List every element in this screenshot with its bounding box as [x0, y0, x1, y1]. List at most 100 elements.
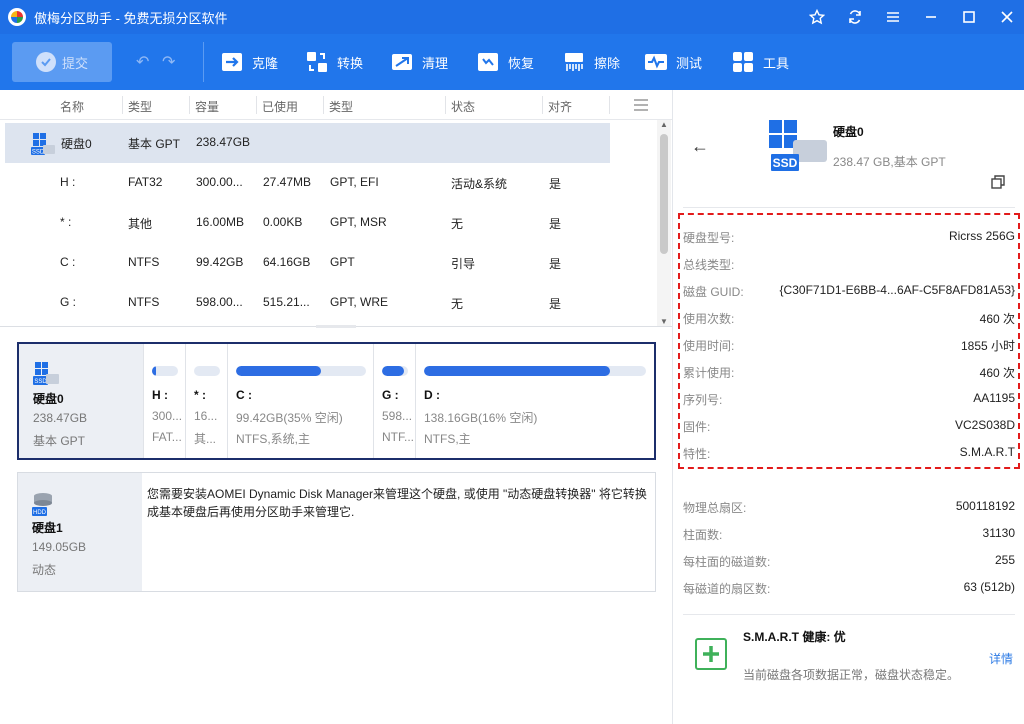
table-header: 名称 类型 容量 已使用 类型 状态 对齐: [0, 90, 672, 120]
detail-firmware: 固件: VC2S038D: [683, 418, 1015, 434]
svg-text:HDD: HDD: [33, 510, 47, 516]
clone-button[interactable]: 克隆: [220, 46, 278, 78]
cleanup-icon: [392, 54, 412, 70]
submit-button[interactable]: 提交: [12, 42, 112, 82]
scroll-down-icon[interactable]: ▼: [660, 317, 668, 326]
col-type[interactable]: 类型: [128, 98, 152, 115]
splitter-grip[interactable]: [316, 325, 356, 328]
wipe-label: 擦除: [594, 55, 621, 71]
copy-icon[interactable]: [991, 175, 1005, 189]
partition-type: GPT, EFI: [330, 175, 379, 189]
disk-summary[interactable]: SSD 硬盘0 238.47GB 基本 GPT: [19, 344, 143, 458]
toolbar-divider: [203, 42, 204, 82]
partition-name: H :: [60, 175, 76, 189]
partition-list-pane: 名称 类型 容量 已使用 类型 状态 对齐 SSD 硬盘0 基本 GPT 238…: [0, 90, 672, 724]
disk-size: 149.05GB: [32, 540, 87, 554]
partition-block-d[interactable]: D : 138.16GB(16% 空闲) NTFS,主: [415, 344, 654, 458]
disk-card-disk1[interactable]: HDD 硬盘1 149.05GB 动态 您需要安装AOMEI Dynamic D…: [17, 472, 656, 592]
close-icon[interactable]: [990, 0, 1024, 34]
table-row[interactable]: H : FAT32 300.00... 27.47MB GPT, EFI 活动&…: [0, 163, 656, 203]
table-scrollbar[interactable]: ▲ ▼: [657, 120, 671, 326]
partition-status: 引导: [451, 257, 476, 271]
partition-used: 515.21...: [263, 295, 310, 309]
minimize-icon[interactable]: [914, 0, 948, 34]
convert-button[interactable]: 转换: [305, 46, 363, 78]
undo-icon[interactable]: ↶: [136, 52, 149, 72]
wipe-button[interactable]: 擦除: [562, 46, 620, 78]
convert-label: 转换: [337, 55, 364, 71]
smart-health-desc: 当前磁盘各项数据正常，磁盘状态稳定。: [743, 668, 960, 682]
scroll-up-icon[interactable]: ▲: [660, 120, 668, 129]
smart-health-title: S.M.A.R.T 健康: 优: [743, 630, 846, 644]
ssd-disk-icon: SSD: [33, 360, 59, 389]
column-settings-icon[interactable]: [633, 98, 649, 115]
partition-label: * :: [194, 388, 206, 402]
detail-model: 硬盘型号: Ricrss 256G: [683, 229, 1015, 245]
refresh-icon[interactable]: [838, 0, 872, 34]
partition-capacity: 16.00MB: [196, 215, 245, 229]
redo-icon[interactable]: ↷: [162, 52, 175, 72]
recover-button[interactable]: 恢复: [476, 46, 534, 78]
maximize-icon[interactable]: [952, 0, 986, 34]
col-partition-type[interactable]: 类型: [329, 98, 353, 115]
menu-icon[interactable]: [876, 0, 910, 34]
partition-block-c[interactable]: C : 99.42GB(35% 空闲) NTFS,系统,主: [227, 344, 373, 458]
test-button[interactable]: 测试: [644, 46, 702, 78]
col-capacity[interactable]: 容量: [195, 98, 219, 115]
convert-icon: [307, 52, 327, 72]
test-label: 测试: [676, 55, 703, 71]
disk-name: 硬盘0: [61, 137, 92, 151]
smart-details-link[interactable]: 详情: [989, 650, 1013, 667]
partition-label: G :: [382, 388, 399, 402]
toolbar: 提交 ↶ ↷ 克隆 转换 清理 恢复 擦除 测试 工具: [0, 34, 1024, 90]
table-row[interactable]: G : NTFS 598.00... 515.21... GPT, WRE 无 …: [0, 283, 656, 323]
col-align[interactable]: 对齐: [548, 98, 572, 115]
svg-text:SSD: SSD: [34, 379, 47, 385]
partition-block-h[interactable]: H : 300... FAT...: [143, 344, 185, 458]
disk-capacity: 238.47GB: [196, 135, 251, 149]
dynamic-disk-message: 您需要安装AOMEI Dynamic Disk Manager来管理这个硬盘, …: [147, 487, 647, 519]
table-row[interactable]: C : NTFS 99.42GB 64.16GB GPT 引导 是: [0, 243, 656, 283]
scrollbar-thumb[interactable]: [660, 134, 668, 254]
partition-block-g[interactable]: G : 598... NTF...: [373, 344, 415, 458]
col-divider: [542, 96, 543, 114]
col-divider: [445, 96, 446, 114]
table-row[interactable]: * : 其他 16.00MB 0.00KB GPT, MSR 无 是: [0, 203, 656, 243]
partition-size: 138.16GB(16% 空闲): [424, 411, 538, 425]
tools-button[interactable]: 工具: [731, 46, 789, 78]
col-name[interactable]: 名称: [60, 98, 84, 115]
detail-serial: 序列号: AA1195: [683, 391, 1015, 407]
partition-used: 27.47MB: [263, 175, 312, 189]
disk-row-disk0[interactable]: SSD 硬盘0 基本 GPT 238.47GB: [5, 123, 610, 163]
clone-icon: [222, 53, 242, 71]
detail-features: 特性: S.M.A.R.T: [683, 445, 1015, 461]
detail-total-uses: 累计使用: 460 次: [683, 366, 1015, 380]
svg-text:SSD: SSD: [773, 156, 798, 170]
col-used[interactable]: 已使用: [262, 98, 298, 115]
detail-power-hours: 使用时间: 1855 小时: [683, 339, 1015, 353]
col-divider: [609, 96, 610, 114]
recover-icon: [478, 53, 498, 71]
partition-block-msr[interactable]: * : 16... 其...: [185, 344, 227, 458]
partition-fs: NTFS: [128, 255, 160, 269]
app-title: 傲梅分区助手 - 免费无损分区软件: [34, 10, 228, 26]
back-arrow-icon[interactable]: ←: [691, 136, 709, 157]
partition-label: C :: [236, 388, 252, 402]
disk-card-disk0[interactable]: SSD 硬盘0 238.47GB 基本 GPT H : 300... FAT..…: [17, 342, 656, 460]
detail-tracks-per-cylinder: 每柱面的磁道数: 255: [683, 553, 1015, 569]
partition-fs: 其...: [194, 432, 217, 446]
disk-type: 动态: [32, 563, 57, 577]
partition-capacity: 598.00...: [196, 295, 243, 309]
partition-name: G :: [60, 295, 77, 309]
star-icon[interactable]: [800, 0, 834, 34]
check-icon: [35, 52, 56, 72]
disk-details-pane: ← SSD 硬盘0 238.47 GB,基本 GPT 硬盘型号: Ricrss 2…: [672, 90, 1024, 724]
partition-fs: FAT...: [152, 430, 182, 444]
partition-aligned: 是: [549, 217, 562, 231]
ssd-disk-icon: SSD: [31, 132, 55, 159]
partition-type: GPT, MSR: [330, 215, 387, 229]
disk-summary[interactable]: HDD 硬盘1 149.05GB 动态: [18, 473, 142, 591]
disk-name: 硬盘1: [32, 521, 63, 535]
col-status[interactable]: 状态: [451, 98, 475, 115]
cleanup-button[interactable]: 清理: [390, 46, 448, 78]
